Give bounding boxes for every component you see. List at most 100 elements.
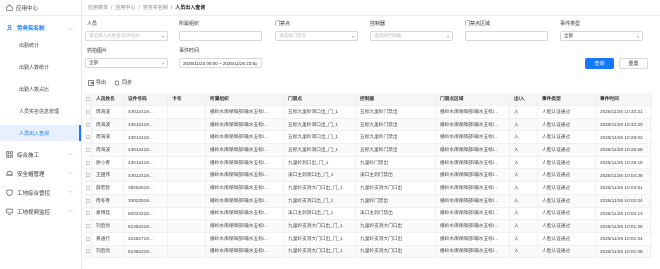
table-row[interactable]: 王国伟 43012419... 播岭水库保障部/输水五标/... 溪口主洞洞口出_门_… xyxy=(85,169,652,183)
row-checkbox[interactable] xyxy=(85,245,92,258)
column-header[interactable]: 出/入 xyxy=(510,93,538,105)
breadcrumb-item[interactable]: 应用菜单 xyxy=(88,4,108,11)
table-cell: 入 xyxy=(510,118,538,131)
table-cell xyxy=(168,131,206,144)
sidebar-item-personnel-info[interactable]: 人员实名信息管理 xyxy=(0,103,81,119)
table-cell: 播岭水库保障部/输水五标/... xyxy=(206,106,284,118)
table-cell: 五标九里岭洞口出_门_1 xyxy=(284,106,356,118)
table-cell: 2025/11/26 10:29:02 xyxy=(596,131,651,144)
column-header[interactable]: 控制器 xyxy=(356,93,436,105)
event-time-range[interactable]: 2025/11/24 00:00 ~ 2025/11/26 23:59 ▦ xyxy=(179,58,262,68)
table-cell: 五标九里岭洞口出_门_1 xyxy=(284,131,356,144)
column-header[interactable]: 人员姓名 xyxy=(92,93,124,105)
table-row[interactable]: 秦博廷 50023219... 播岭水库保障部/输水五标/... 溪口主洞洞口出_门_… xyxy=(85,207,652,221)
table-row[interactable]: 薛宏智 35052519... 播岭水库保障部/输水五标/... 九里岭支洞大门口出_… xyxy=(85,182,652,195)
row-checkbox[interactable] xyxy=(85,207,92,220)
table-cell: 九里岭支洞大门口出 xyxy=(356,220,436,232)
sidebar-group-construction[interactable]: 综合施工 ﹀ xyxy=(0,147,81,162)
sidebar-item-attendance-ratio[interactable]: 出勤人数占比 xyxy=(0,81,81,97)
table-row[interactable]: 周海波 43012419... 播岭水库保障部/输水五标/... 五标九里岭洞口出_门… xyxy=(85,106,652,119)
table-cell: 2025/11/26 10:28:58 xyxy=(596,144,651,156)
table-cell: 入 xyxy=(510,144,538,156)
table-row[interactable]: 刘启亮 51352219... 播岭水库保障部/输水五标/... 九里岭支洞大门口出_… xyxy=(85,245,652,259)
table-cell: 播岭水库保障部/输水五标/... xyxy=(206,144,284,156)
table-cell xyxy=(168,118,206,131)
row-checkbox[interactable] xyxy=(85,194,92,207)
sidebar-group-helmet[interactable]: 安全帽管理 ﹀ xyxy=(0,166,81,181)
row-checkbox[interactable] xyxy=(85,156,92,169)
sync-button[interactable]: 同步 xyxy=(114,79,132,86)
row-checkbox[interactable] xyxy=(85,169,92,182)
table-cell: 播岭水库保障部/输水五标/... xyxy=(436,207,510,220)
table-row[interactable]: 周海波 43012419... 播岭水库保障部/输水五标/... 五标九里岭洞口出_门… xyxy=(85,144,652,157)
sidebar: 应用中心 劳务实名制 ︿ 出勤统计 出勤人数统计 出勤人数占比 人员实名信息管理… xyxy=(0,0,82,269)
person-select[interactable]: 请选择人员姓名/证件号码 ▾ xyxy=(85,31,168,41)
table-cell: 九里岭支洞大门口出 xyxy=(356,245,436,258)
table-cell: 2025/11/26 10:04:28 xyxy=(596,169,651,182)
table-cell xyxy=(168,182,206,194)
sidebar-group-label: 工地视频监控 xyxy=(17,209,51,216)
row-checkbox[interactable] xyxy=(85,106,92,118)
table-cell xyxy=(168,144,206,156)
sidebar-item-attendance[interactable]: 出勤统计 xyxy=(0,37,81,53)
sidebar-group-video[interactable]: 工地视频监控 ﹀ xyxy=(0,204,81,219)
sidebar-item-attendance-count[interactable]: 出勤人数统计 xyxy=(0,59,81,75)
row-checkbox[interactable] xyxy=(85,232,92,245)
table-cell: 九里岭支洞大门口出_门_1 xyxy=(284,220,356,232)
person-icon xyxy=(6,24,13,31)
column-header[interactable]: 证件号码 xyxy=(124,93,168,105)
row-checkbox[interactable] xyxy=(85,220,92,232)
table-cell: 廖小青 xyxy=(92,156,124,169)
table-cell: 43012419... xyxy=(124,169,168,182)
table-cell: 黄通行 xyxy=(92,232,124,245)
table-cell: 溪口主洞洞口出_门_1 xyxy=(284,207,356,220)
column-header[interactable]: 事件类型 xyxy=(538,93,596,105)
table-cell: 周海波 xyxy=(92,144,124,156)
table-cell: 溪口主洞洞口出_门_1 xyxy=(284,169,356,182)
table-row[interactable]: 黄通行 42282719... 播岭水库保障部/输水五标/... 九里岭支洞大门口出_… xyxy=(85,232,652,246)
table-cell: 播岭水库保障部/输水五标/... xyxy=(436,220,510,232)
row-checkbox[interactable] xyxy=(85,131,92,144)
row-checkbox[interactable] xyxy=(85,182,92,194)
table-cell: 播岭水库保障部/输水五标/... xyxy=(206,156,284,169)
row-checkbox[interactable] xyxy=(85,118,92,131)
breadcrumb-item[interactable]: 应用中心 xyxy=(115,4,135,11)
sidebar-group-site-control[interactable]: 工地综合管控 ﹀ xyxy=(0,185,81,200)
org-select[interactable] xyxy=(179,31,262,41)
table-cell: 周海波 xyxy=(92,106,124,118)
table-row[interactable]: 周海波 43012419... 播岭水库保障部/输水五标/... 五标九里岭洞口出_门… xyxy=(85,118,652,132)
table-row[interactable]: 廖小青 43012419... 播岭水库保障部/输水五标/... 九里岭洞口出_门_1… xyxy=(85,156,652,170)
search-button[interactable]: 查询 xyxy=(585,58,614,69)
sidebar-item-access-query[interactable]: 人员出入查询 xyxy=(0,125,81,141)
table-cell: 人脸认证通过 xyxy=(538,207,596,220)
table-row[interactable]: 周海波 43012419... 播岭水库保障部/输水五标/... 五标九里岭洞口出_门… xyxy=(85,131,652,145)
controller-select[interactable]: 请选择控制器 ▾ xyxy=(370,31,453,41)
chevron-up-icon: ︿ xyxy=(67,26,73,32)
area-select[interactable] xyxy=(465,31,548,41)
breadcrumb-item[interactable]: 劳务实名制 xyxy=(143,4,168,11)
table-cell: 播岭水库保障部/输水五标/... xyxy=(206,220,284,232)
column-header[interactable]: 事件时间 xyxy=(596,93,651,105)
chevron-down-icon: ▾ xyxy=(161,33,164,39)
gate-select[interactable]: 请选择门禁点 ▾ xyxy=(275,31,358,41)
sidebar-group-labor[interactable]: 劳务实名制 ︿ xyxy=(0,20,81,35)
photo-select[interactable]: 全部 ▾ xyxy=(85,58,168,68)
select-all-checkbox[interactable] xyxy=(85,93,92,105)
event-type-select[interactable]: 全部 ▾ xyxy=(560,31,643,41)
area-label: 门禁点区域 xyxy=(465,21,491,27)
export-button[interactable]: 导出 xyxy=(88,79,106,86)
table-row[interactable]: 刘启亮 51352219... 播岭水库保障部/输水五标/... 九里岭支洞大门口出_… xyxy=(85,220,652,233)
table-row[interactable]: 周冬青 33022519... 播岭水库保障部/输水五标/... 九里岭支洞口出_门_… xyxy=(85,194,652,208)
table-cell: 九里岭支洞大门口出 xyxy=(356,182,436,194)
column-header[interactable]: 所属组织 xyxy=(206,93,284,105)
row-checkbox[interactable] xyxy=(85,144,92,156)
sidebar-top[interactable]: 应用中心 xyxy=(0,0,81,16)
column-header[interactable]: 门禁点 xyxy=(284,93,356,105)
column-header[interactable]: 卡号 xyxy=(168,93,206,105)
reset-button[interactable]: 重置 xyxy=(619,58,648,69)
table-cell: 43012419... xyxy=(124,156,168,169)
chevron-down-icon: ▾ xyxy=(351,33,354,39)
column-header[interactable]: 门禁点区域 xyxy=(436,93,510,105)
table-cell: 播岭水库保障部/输水五标/... xyxy=(436,169,510,182)
table-cell: 2025/11/26 10:25:18 xyxy=(596,156,651,169)
